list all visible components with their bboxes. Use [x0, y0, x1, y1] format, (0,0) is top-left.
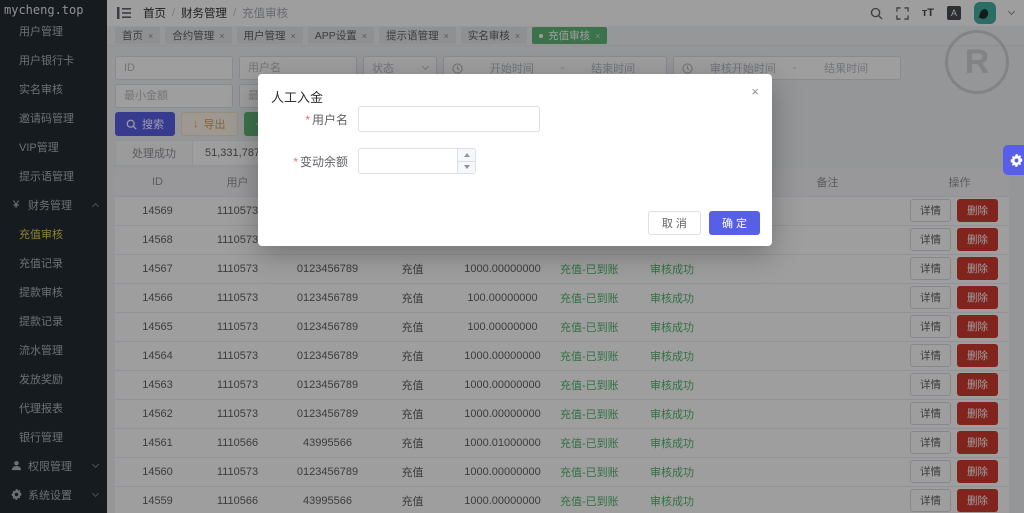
manual-deposit-dialog: 人工入金 × *用户名 *变动余额 取 消 确 定 — [258, 74, 772, 246]
cancel-button[interactable]: 取 消 — [648, 211, 701, 235]
required-marker: * — [305, 113, 310, 127]
dialog-title: 人工入金 — [258, 74, 772, 106]
username-label: *用户名 — [270, 111, 348, 128]
balance-form-row: *变动余额 — [270, 148, 772, 174]
stepper-up-button[interactable] — [458, 149, 475, 162]
confirm-button[interactable]: 确 定 — [709, 211, 760, 235]
username-form-row: *用户名 — [270, 106, 772, 132]
balance-label: *变动余额 — [270, 153, 348, 170]
dialog-username-input[interactable] — [358, 106, 540, 132]
theme-settings-button[interactable] — [1003, 145, 1024, 175]
required-marker: * — [293, 155, 298, 169]
close-icon[interactable]: × — [751, 85, 759, 98]
balance-number-input — [358, 148, 476, 174]
number-stepper — [457, 149, 475, 173]
stepper-down-button[interactable] — [458, 162, 475, 174]
dialog-footer: 取 消 确 定 — [648, 211, 760, 235]
gear-icon — [1010, 154, 1023, 167]
